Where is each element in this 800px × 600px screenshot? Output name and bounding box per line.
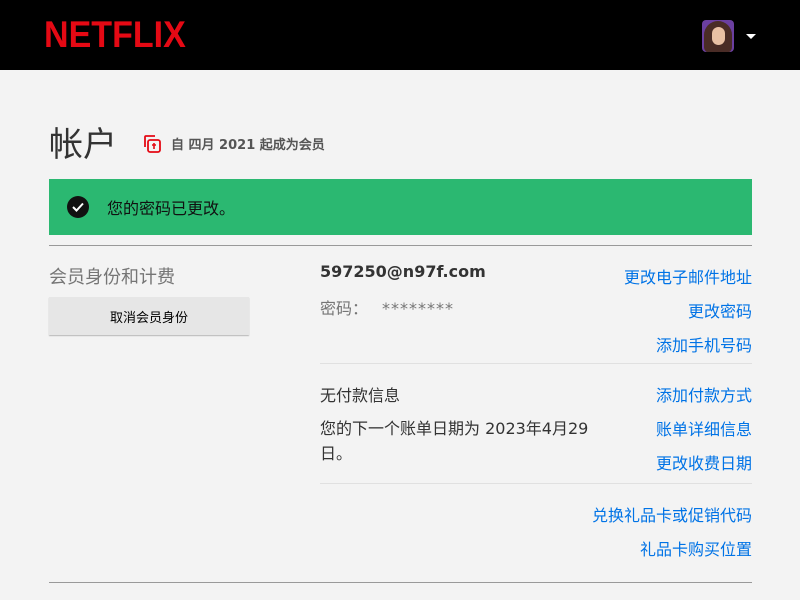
top-navigation-bar: NETFLIX (0, 0, 800, 70)
password-label: 密码： (320, 299, 369, 318)
profile-menu[interactable] (702, 20, 756, 52)
redeem-gift-link[interactable]: 兑换礼品卡或促销代码 (592, 502, 752, 526)
cancel-membership-button[interactable]: 取消会员身份 (49, 297, 249, 335)
member-since-badge: 自 四月 2021 起成为会员 (143, 134, 325, 154)
subsection-divider (320, 483, 752, 484)
password-row: 密码： ******** (320, 295, 454, 319)
billing-details-link[interactable]: 账单详细信息 (656, 416, 752, 440)
section-label-membership: 会员身份和计费 (49, 267, 175, 288)
netflix-logo[interactable]: NETFLIX (44, 14, 186, 56)
password-mask: ******** (382, 299, 455, 318)
caret-down-icon[interactable] (746, 33, 756, 39)
section-divider (49, 582, 752, 583)
change-password-link[interactable]: 更改密码 (688, 298, 752, 322)
change-email-link[interactable]: 更改电子邮件地址 (624, 264, 752, 288)
next-billing-date: 您的下一个账单日期为 2023年4月29日。 (320, 419, 589, 463)
subsection-divider (320, 363, 752, 364)
membership-card-icon (144, 134, 161, 153)
success-notification: 您的密码已更改。 (49, 179, 752, 235)
notification-text: 您的密码已更改。 (107, 199, 236, 218)
add-phone-link[interactable]: 添加手机号码 (656, 332, 752, 356)
section-divider (49, 245, 752, 246)
change-billing-date-link[interactable]: 更改收费日期 (656, 450, 752, 474)
page-title: 帐户 (49, 125, 117, 165)
gift-locations-link[interactable]: 礼品卡购买位置 (640, 536, 752, 560)
payment-status: 无付款信息 (320, 386, 401, 405)
add-payment-link[interactable]: 添加付款方式 (656, 382, 752, 406)
member-since-text: 自 四月 2021 起成为会员 (171, 138, 325, 153)
avatar[interactable] (702, 20, 734, 52)
check-circle-icon (67, 196, 89, 218)
page-header: 帐户 自 四月 2021 起成为会员 (49, 117, 325, 166)
account-email: 597250@n97f.com (320, 262, 486, 281)
